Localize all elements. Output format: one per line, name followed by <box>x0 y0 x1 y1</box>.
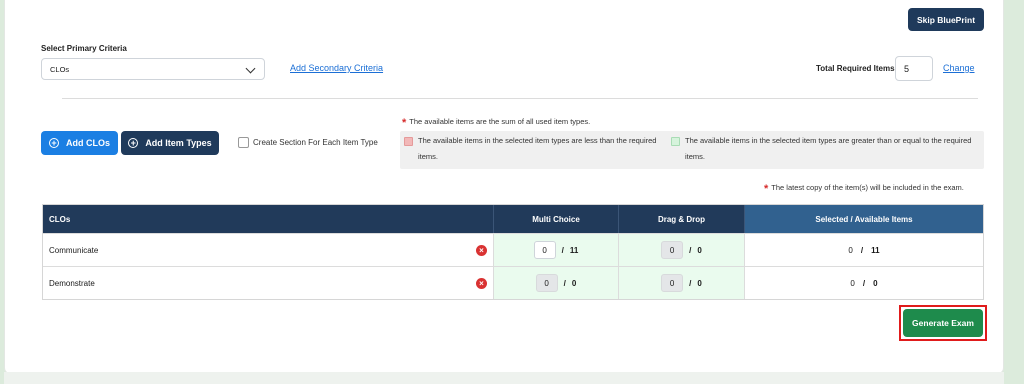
multi-choice-input[interactable]: 0 <box>533 241 556 259</box>
primary-criteria-value: CLOs <box>50 64 70 74</box>
plus-circle-icon: + <box>49 138 59 148</box>
table-row: Demonstrate × 0 / 0 0 / 0 0 / 0 <box>43 266 983 299</box>
column-header-multi-choice: Multi Choice <box>494 205 619 233</box>
drag-drop-available: 0 <box>697 245 702 255</box>
slash: / <box>860 245 864 255</box>
legend-less-swatch <box>404 137 413 146</box>
selected-count: 0 <box>850 278 855 288</box>
available-count: 11 <box>871 245 880 255</box>
clo-name: Demonstrate <box>49 278 95 288</box>
available-sum-text: The available items are the sum of all u… <box>409 117 591 126</box>
multi-choice-cell: 0 / 11 <box>494 234 619 266</box>
add-clos-label: Add CLOs <box>66 138 110 148</box>
chevron-down-icon <box>245 63 256 74</box>
slash: / <box>862 278 866 288</box>
add-clos-button[interactable]: + Add CLOs <box>41 131 118 155</box>
latest-copy-note: * The latest copy of the item(s) will be … <box>764 183 964 195</box>
total-required-input[interactable]: 5 <box>895 56 933 81</box>
available-sum-note: * The available items are the sum of all … <box>402 117 590 129</box>
selected-available-cell: 0 / 11 <box>745 234 983 266</box>
multi-choice-input: 0 <box>535 274 558 292</box>
asterisk-icon: * <box>402 117 407 129</box>
multi-choice-available: 11 <box>569 245 579 255</box>
change-link[interactable]: Change <box>943 63 975 73</box>
blueprint-table: CLOs Multi Choice Drag & Drop Selected /… <box>42 204 984 300</box>
drag-drop-cell: 0 / 0 <box>619 267 745 299</box>
primary-criteria-label: Select Primary Criteria <box>41 44 127 53</box>
legend-greater-swatch <box>671 137 680 146</box>
remove-icon[interactable]: × <box>476 278 487 289</box>
plus-circle-icon: + <box>128 138 139 148</box>
table-header: CLOs Multi Choice Drag & Drop Selected /… <box>43 205 983 233</box>
add-item-types-label: Add Item Types <box>145 138 212 148</box>
drag-drop-input: 0 <box>661 241 684 259</box>
create-section-checkbox[interactable] <box>238 137 249 148</box>
slash: / <box>689 278 692 288</box>
divider <box>62 98 978 99</box>
multi-choice-available: 0 <box>571 278 577 288</box>
available-count: 0 <box>873 278 878 288</box>
selected-available-cell: 0 / 0 <box>745 267 983 299</box>
bottom-strip <box>4 372 1004 384</box>
column-header-clos: CLOs <box>43 205 494 233</box>
legend-greater-text: The available items in the selected item… <box>685 136 972 161</box>
multi-choice-cell: 0 / 0 <box>494 267 619 299</box>
clo-name-cell: Communicate × <box>43 234 494 266</box>
slash: / <box>689 245 692 255</box>
legend-less-text: The available items in the selected item… <box>418 136 657 161</box>
latest-copy-text: The latest copy of the item(s) will be i… <box>771 183 964 192</box>
create-section-label: Create Section For Each Item Type <box>253 138 378 147</box>
generate-exam-button[interactable]: Generate Exam <box>903 309 983 337</box>
clo-name: Communicate <box>49 245 99 255</box>
remove-icon[interactable]: × <box>476 245 487 256</box>
column-header-drag-drop: Drag & Drop <box>619 205 745 233</box>
asterisk-icon: * <box>764 183 769 195</box>
slash: / <box>563 278 566 288</box>
total-required-label: Total Required Items: <box>816 64 898 73</box>
clo-name-cell: Demonstrate × <box>43 267 494 299</box>
column-header-selected-available: Selected / Available Items <box>745 205 983 233</box>
drag-drop-cell: 0 / 0 <box>619 234 745 266</box>
drag-drop-input: 0 <box>661 274 684 292</box>
add-secondary-criteria-link[interactable]: Add Secondary Criteria <box>290 63 383 73</box>
primary-criteria-select[interactable]: CLOs <box>41 58 265 80</box>
table-row: Communicate × 0 / 11 0 / 0 0 / 11 <box>43 233 983 266</box>
slash: / <box>561 245 564 255</box>
add-item-types-button[interactable]: + Add Item Types <box>121 131 219 155</box>
skip-blueprint-button[interactable]: Skip BluePrint <box>908 8 984 31</box>
selected-count: 0 <box>848 245 853 255</box>
drag-drop-available: 0 <box>697 278 702 288</box>
